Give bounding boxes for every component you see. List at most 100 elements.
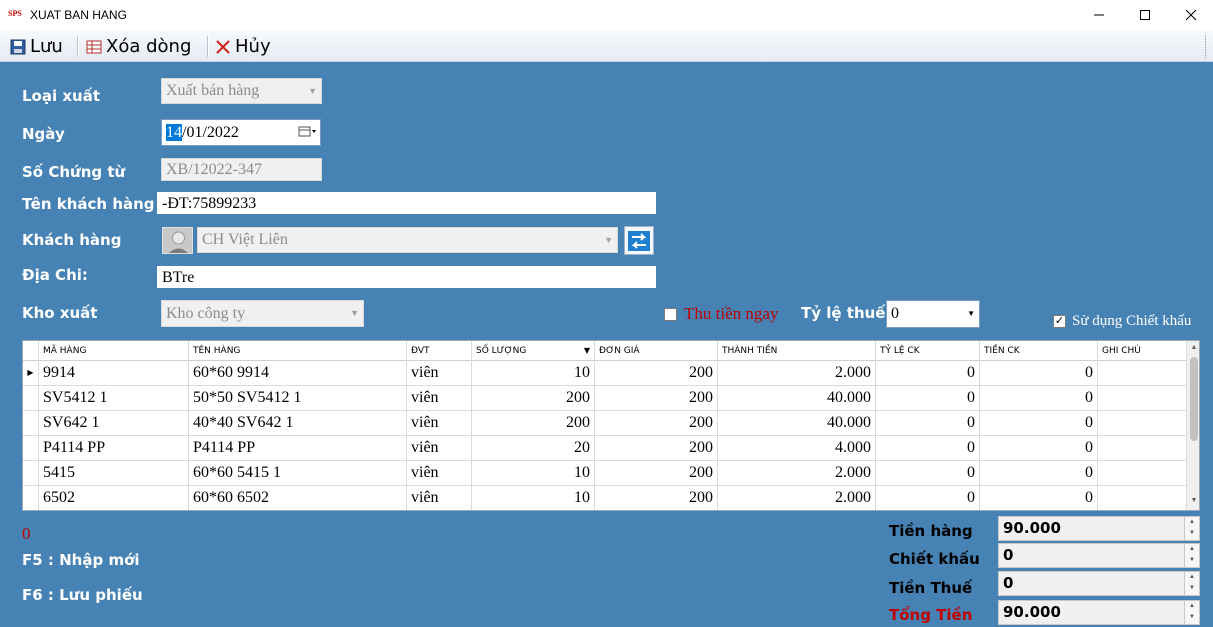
cell-ghi-chu[interactable] [1097, 386, 1186, 410]
grid-vertical-scrollbar[interactable]: ▲ ▼ [1186, 341, 1199, 510]
spinner-arrows-icon[interactable]: ▲ ▼ [1184, 517, 1199, 540]
cell-tien-ck[interactable]: 0 [979, 486, 1097, 510]
cell-ghi-chu[interactable] [1097, 411, 1186, 435]
cell-ma-hang[interactable]: P4114 PP [38, 436, 188, 460]
scrollbar-thumb[interactable] [1190, 357, 1198, 441]
cell-ten-hang[interactable]: P4114 PP [188, 436, 406, 460]
cell-ten-hang[interactable]: 40*40 SV642 1 [188, 411, 406, 435]
cell-ty-le-ck[interactable]: 0 [875, 486, 979, 510]
col-header-thanh-tien[interactable]: THÀNH TIỀN [717, 341, 875, 361]
cell-don-gia[interactable]: 200 [594, 361, 717, 385]
cell-ghi-chu[interactable] [1097, 486, 1186, 510]
loai-xuat-select[interactable]: Xuất bán hàng ▼ [161, 78, 322, 104]
cell-thanh-tien[interactable]: 40.000 [717, 386, 875, 410]
cell-thanh-tien[interactable]: 2.000 [717, 486, 875, 510]
calendar-icon[interactable] [297, 121, 317, 145]
cell-dvt[interactable]: viên [406, 386, 471, 410]
cell-ty-le-ck[interactable]: 0 [875, 436, 979, 460]
cell-ghi-chu[interactable] [1097, 361, 1186, 385]
minimize-button[interactable] [1076, 0, 1122, 30]
cell-dvt[interactable]: viên [406, 461, 471, 485]
cell-don-gia[interactable]: 200 [594, 411, 717, 435]
cell-tien-ck[interactable]: 0 [979, 411, 1097, 435]
cell-so-luong[interactable]: 10 [471, 461, 594, 485]
khach-hang-select[interactable]: CH Việt Liên ▼ [197, 227, 618, 253]
spinner-arrows-icon[interactable]: ▲ ▼ [1184, 544, 1199, 567]
cell-tien-ck[interactable]: 0 [979, 386, 1097, 410]
cell-tien-ck[interactable]: 0 [979, 436, 1097, 460]
cell-ten-hang[interactable]: 60*60 5415 1 [188, 461, 406, 485]
cell-ty-le-ck[interactable]: 0 [875, 411, 979, 435]
cell-ty-le-ck[interactable]: 0 [875, 461, 979, 485]
dia-chi-input[interactable]: BTre [157, 266, 656, 288]
col-header-ghi-chu[interactable]: GHI CHÚ [1097, 341, 1186, 361]
col-header-ma-hang[interactable]: MÃ HÀNG [38, 341, 188, 361]
table-row[interactable]: SV5412 1 50*50 SV5412 1 viên 200 200 40.000 0 0 [23, 386, 1186, 411]
cell-tien-ck[interactable]: 0 [979, 461, 1097, 485]
ten-khach-hang-input[interactable]: -ĐT:75899233 [157, 192, 656, 214]
cell-ma-hang[interactable]: SV642 1 [38, 411, 188, 435]
table-row[interactable]: SV642 1 40*40 SV642 1 viên 200 200 40.000 0 0 [23, 411, 1186, 436]
cell-dvt[interactable]: viên [406, 361, 471, 385]
col-header-tien-ck[interactable]: TIỀN CK [979, 341, 1097, 361]
cell-thanh-tien[interactable]: 40.000 [717, 411, 875, 435]
scroll-up-icon[interactable]: ▲ [1187, 344, 1199, 351]
filter-icon[interactable]: ▼ [584, 341, 590, 361]
table-row[interactable]: 5415 60*60 5415 1 viên 10 200 2.000 0 0 [23, 461, 1186, 486]
cell-don-gia[interactable]: 200 [594, 486, 717, 510]
col-header-ty-le-ck[interactable]: TỶ LỆ CK [875, 341, 979, 361]
tien-hang-field[interactable]: 90.000 ▲ ▼ [998, 516, 1200, 541]
cell-don-gia[interactable]: 200 [594, 461, 717, 485]
cell-ma-hang[interactable]: SV5412 1 [38, 386, 188, 410]
thu-tien-ngay-checkbox[interactable] [664, 308, 677, 321]
col-header-dvt[interactable]: ĐVT [406, 341, 471, 361]
ngay-date-picker[interactable]: 14/01/2022 [161, 119, 321, 146]
cell-ten-hang[interactable]: 50*50 SV5412 1 [188, 386, 406, 410]
table-row[interactable]: P4114 PP P4114 PP viên 20 200 4.000 0 0 [23, 436, 1186, 461]
spinner-arrows-icon[interactable]: ▲ ▼ [1184, 601, 1199, 624]
items-grid[interactable]: MÃ HÀNG TÊN HÀNG ĐVT SỐ LƯỢNG ▼ ĐƠN GIÁ … [22, 340, 1200, 511]
cell-so-luong[interactable]: 200 [471, 411, 594, 435]
tien-thue-field[interactable]: 0 ▲ ▼ [998, 571, 1200, 596]
cell-ma-hang[interactable]: 6502 [38, 486, 188, 510]
cell-ghi-chu[interactable] [1097, 436, 1186, 460]
table-row[interactable]: 6502 60*60 6502 viên 10 200 2.000 0 0 [23, 486, 1186, 510]
cell-so-luong[interactable]: 20 [471, 436, 594, 460]
cell-tien-ck[interactable]: 0 [979, 361, 1097, 385]
save-button[interactable]: Lưu [10, 34, 63, 59]
cell-don-gia[interactable]: 200 [594, 386, 717, 410]
cell-dvt[interactable]: viên [406, 486, 471, 510]
table-row[interactable]: ▶ 9914 60*60 9914 viên 10 200 2.000 0 0 [23, 361, 1186, 386]
cell-ten-hang[interactable]: 60*60 6502 [188, 486, 406, 510]
cell-thanh-tien[interactable]: 4.000 [717, 436, 875, 460]
cell-so-luong[interactable]: 10 [471, 486, 594, 510]
cell-ghi-chu[interactable] [1097, 461, 1186, 485]
cell-dvt[interactable]: viên [406, 411, 471, 435]
col-header-so-luong[interactable]: SỐ LƯỢNG ▼ [471, 341, 594, 361]
scroll-down-icon[interactable]: ▼ [1187, 497, 1199, 504]
cell-ty-le-ck[interactable]: 0 [875, 361, 979, 385]
chiet-khau-field[interactable]: 0 ▲ ▼ [998, 543, 1200, 568]
cell-ma-hang[interactable]: 5415 [38, 461, 188, 485]
cell-ty-le-ck[interactable]: 0 [875, 386, 979, 410]
col-header-don-gia[interactable]: ĐƠN GIÁ [594, 341, 717, 361]
ty-le-thue-select[interactable]: 0 ▼ [886, 300, 980, 328]
close-button[interactable] [1168, 0, 1213, 30]
cell-don-gia[interactable]: 200 [594, 436, 717, 460]
tong-tien-field[interactable]: 90.000 ▲ ▼ [998, 600, 1200, 625]
maximize-button[interactable] [1122, 0, 1168, 30]
col-header-ten-hang[interactable]: TÊN HÀNG [188, 341, 406, 361]
cell-thanh-tien[interactable]: 2.000 [717, 361, 875, 385]
cell-dvt[interactable]: viên [406, 436, 471, 460]
cell-so-luong[interactable]: 10 [471, 361, 594, 385]
kho-xuat-select[interactable]: Kho công ty ▼ [161, 300, 364, 327]
cancel-button[interactable]: Hủy [215, 34, 271, 59]
customer-lookup-button[interactable] [624, 226, 654, 255]
cell-ten-hang[interactable]: 60*60 9914 [188, 361, 406, 385]
cell-ma-hang[interactable]: 9914 [38, 361, 188, 385]
su-dung-chiet-khau-checkbox[interactable]: ✓ [1053, 315, 1066, 328]
cell-thanh-tien[interactable]: 2.000 [717, 461, 875, 485]
cell-so-luong[interactable]: 200 [471, 386, 594, 410]
delete-row-button[interactable]: Xóa dòng [86, 34, 191, 59]
spinner-arrows-icon[interactable]: ▲ ▼ [1184, 572, 1199, 595]
